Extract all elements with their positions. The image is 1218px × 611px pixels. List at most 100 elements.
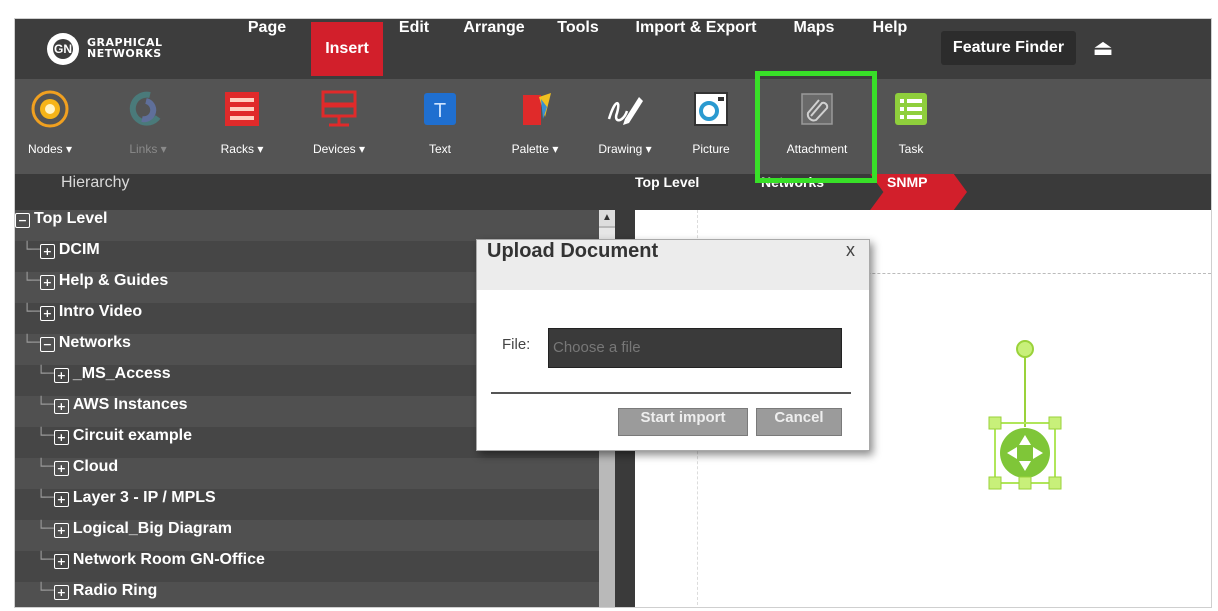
tree-item-top-level[interactable]: − Top Level: [15, 210, 599, 241]
tree-item-label: Help & Guides: [58, 272, 169, 289]
insert-ribbon: Nodes ▾ Links ▾ Racks ▾ Devices ▾ T Text…: [15, 79, 1211, 174]
expand-icon[interactable]: +: [53, 368, 69, 383]
nodes-label: Nodes ▾: [27, 142, 73, 156]
tree-item-label: Intro Video: [58, 303, 143, 320]
tree-item-network-room[interactable]: └─ + Network Room GN-Office: [15, 551, 621, 582]
tree-item-radio-ring[interactable]: └─ + Radio Ring: [15, 582, 621, 607]
breadcrumb-top-level[interactable]: Top Level: [635, 174, 699, 210]
picture-label: Picture: [692, 142, 730, 156]
tree-item-label: _MS_Access: [72, 365, 171, 382]
menu-bar: GN GRAPHICAL NETWORKS Page Insert Edit A…: [15, 19, 1211, 79]
expand-icon[interactable]: +: [39, 244, 55, 259]
tree-item-label: AWS Instances: [72, 396, 188, 413]
expand-icon[interactable]: +: [39, 275, 55, 290]
tree-connector: └─: [37, 521, 54, 537]
logo: GN GRAPHICAL NETWORKS: [47, 33, 202, 65]
expand-icon[interactable]: +: [53, 585, 69, 600]
app-window: GN GRAPHICAL NETWORKS Page Insert Edit A…: [14, 18, 1212, 608]
logo-line-2: NETWORKS: [87, 47, 162, 60]
upload-document-dialog: Upload Document x File: Choose a file St…: [476, 239, 870, 451]
breadcrumb-snmp[interactable]: SNMP: [887, 174, 927, 210]
hierarchy-title: Hierarchy: [61, 174, 130, 191]
selected-node-icon[interactable]: [980, 335, 1070, 515]
tree-item-layer3[interactable]: └─ + Layer 3 - IP / MPLS: [15, 489, 621, 520]
picture-icon: [694, 92, 728, 126]
picture-tool[interactable]: Picture: [681, 79, 741, 174]
racks-tool[interactable]: Racks ▾: [207, 79, 277, 174]
devices-label: Devices ▾: [312, 142, 366, 156]
tree-connector: └─: [37, 583, 54, 599]
tree-connector: └─: [23, 304, 40, 320]
task-tool[interactable]: Task: [881, 79, 941, 174]
logo-mark-text: GN: [53, 39, 73, 59]
tree-connector: └─: [23, 273, 40, 289]
drawing-tool[interactable]: Drawing ▾: [585, 79, 665, 174]
file-label: File:: [502, 336, 531, 353]
nodes-tool[interactable]: Nodes ▾: [15, 79, 85, 174]
devices-tool[interactable]: Devices ▾: [299, 79, 379, 174]
tree-item-label: Networks: [58, 334, 131, 351]
text-tool[interactable]: T Text: [405, 79, 475, 174]
dialog-title: Upload Document: [487, 240, 659, 262]
tree-item-label: DCIM: [58, 241, 100, 258]
file-chooser-input[interactable]: Choose a file: [548, 328, 842, 368]
tree-item-label: Logical_Big Diagram: [72, 520, 233, 537]
task-label: Task: [898, 142, 924, 156]
menu-maps[interactable]: Maps: [783, 19, 845, 79]
menu-edit[interactable]: Edit: [387, 19, 441, 79]
links-label: Links ▾: [129, 142, 167, 156]
tree-item-label: Top Level: [34, 210, 108, 227]
devices-icon: [321, 90, 357, 127]
text-label: Text: [428, 142, 451, 156]
collapse-icon[interactable]: −: [39, 337, 55, 352]
text-icon: T: [424, 93, 456, 125]
tree-item-label: Layer 3 - IP / MPLS: [72, 489, 216, 506]
expand-icon[interactable]: +: [39, 306, 55, 321]
expand-icon[interactable]: +: [53, 492, 69, 507]
collapse-icon[interactable]: −: [15, 213, 30, 228]
menu-arrange[interactable]: Arrange: [449, 19, 539, 79]
cancel-button[interactable]: Cancel: [756, 408, 842, 436]
drawing-icon: [607, 97, 643, 125]
dialog-header: Upload Document x: [477, 240, 869, 290]
tab-row: Hierarchy Top Level Networks SNMP: [15, 174, 1211, 210]
expand-icon[interactable]: +: [53, 461, 69, 476]
menu-import-export[interactable]: Import & Export: [622, 19, 770, 79]
drawing-label: Drawing ▾: [598, 142, 652, 156]
expand-icon[interactable]: +: [53, 430, 69, 445]
tree-connector: └─: [37, 459, 54, 475]
menu-insert[interactable]: Insert: [311, 22, 383, 76]
start-import-button[interactable]: Start import: [618, 408, 748, 436]
expand-icon[interactable]: +: [53, 523, 69, 538]
logo-mark-icon: GN: [47, 33, 79, 65]
text-icon-letter: T: [434, 100, 446, 122]
tree-connector: └─: [37, 366, 54, 382]
feature-finder-button[interactable]: Feature Finder: [941, 31, 1076, 65]
tree-connector: └─: [37, 490, 54, 506]
palette-label: Palette ▾: [511, 142, 559, 156]
tree-connector: └─: [23, 242, 40, 258]
menu-help[interactable]: Help: [861, 19, 919, 79]
task-icon: [895, 93, 927, 125]
tree-connector: └─: [37, 552, 54, 568]
tree-item-label: Network Room GN-Office: [72, 551, 265, 568]
links-tool: Links ▾: [113, 79, 183, 174]
tree-item-cloud[interactable]: └─ + Cloud: [15, 458, 621, 489]
menu-tools[interactable]: Tools: [545, 19, 611, 79]
tree-connector: └─: [37, 397, 54, 413]
palette-tool[interactable]: Palette ▾: [495, 79, 575, 174]
tree-connector: └─: [37, 428, 54, 444]
expand-icon[interactable]: +: [53, 399, 69, 414]
close-icon[interactable]: x: [846, 240, 855, 261]
racks-icon: [225, 92, 259, 126]
tree-item-logical-big-diagram[interactable]: └─ + Logical_Big Diagram: [15, 520, 621, 551]
links-icon: [129, 91, 161, 126]
scroll-up-icon[interactable]: ▲: [599, 210, 615, 226]
tree-item-label: Circuit example: [72, 427, 193, 444]
tree-item-label: Radio Ring: [72, 582, 158, 599]
racks-label: Racks ▾: [220, 142, 264, 156]
expand-icon[interactable]: +: [53, 554, 69, 569]
eject-icon[interactable]: ⏏: [1088, 33, 1118, 63]
tree-item-label: Cloud: [72, 458, 119, 475]
menu-page[interactable]: Page: [231, 19, 303, 79]
